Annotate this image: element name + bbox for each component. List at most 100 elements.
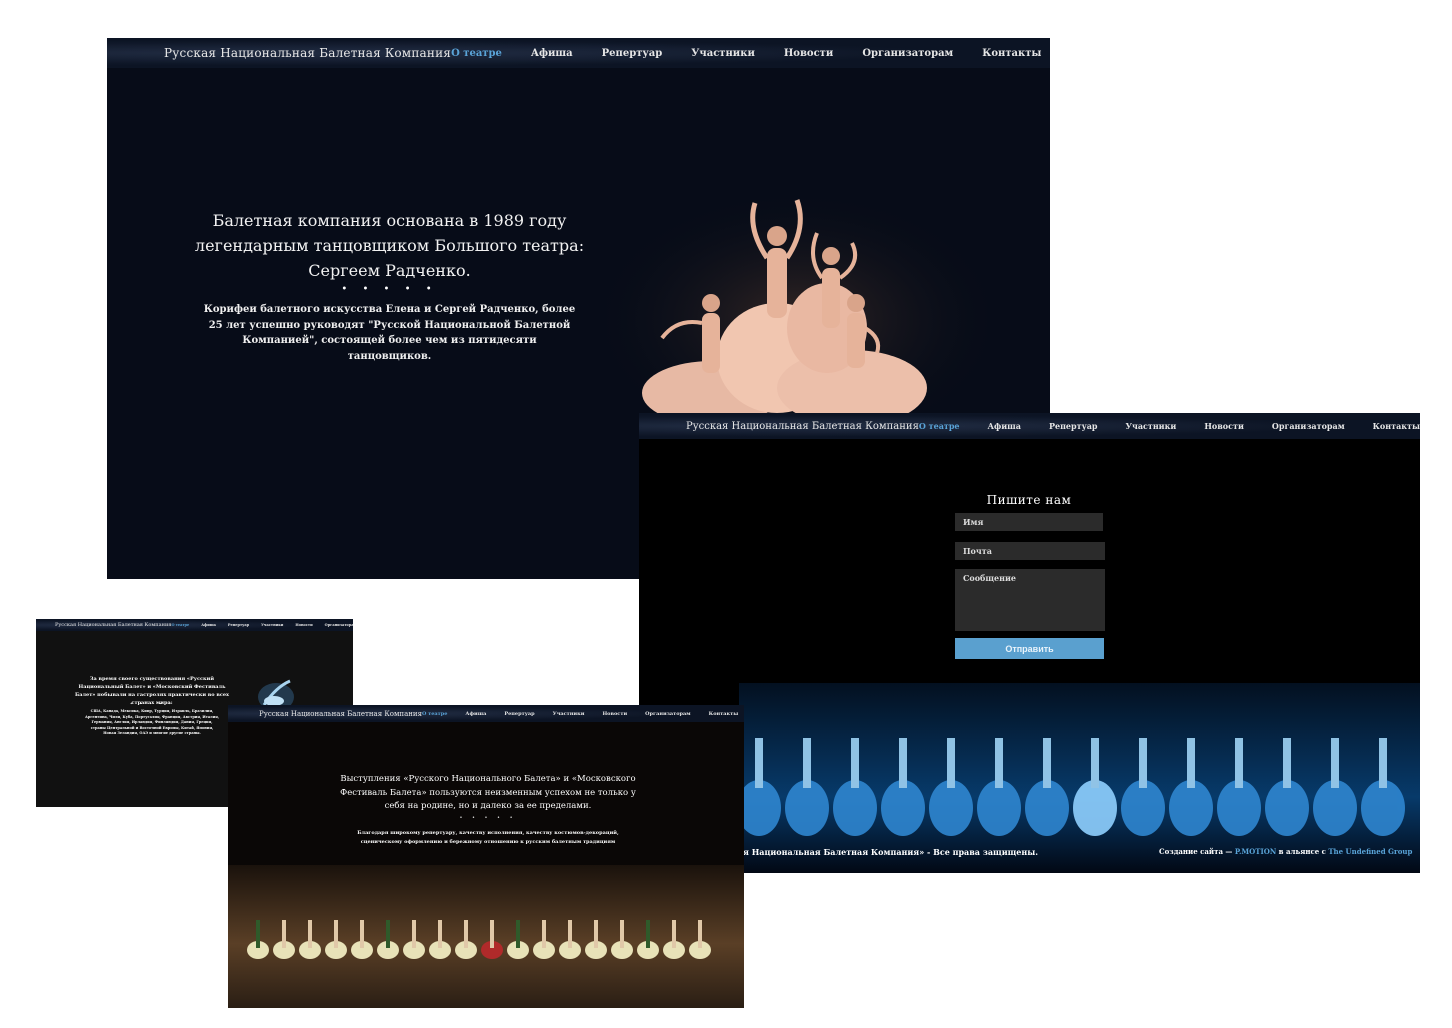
dancer-tutu [977, 780, 1021, 836]
dancer-body [308, 920, 312, 948]
contact-form-title: Пишите нам [986, 493, 1072, 507]
name-field[interactable]: Имя [955, 513, 1103, 531]
nav-item-contacts[interactable]: Контакты [709, 711, 739, 717]
nav-item-about[interactable]: О театре [171, 623, 189, 627]
dancer-tutu [1169, 780, 1213, 836]
dancer-tutu [1265, 780, 1309, 836]
footer-credits: Создание сайта — P.MOTION в альянсе с Th… [1159, 847, 1412, 856]
dancer-tutu [1361, 780, 1405, 836]
send-button[interactable]: Отправить [955, 638, 1104, 659]
nav-item-news[interactable]: Новости [784, 48, 833, 59]
dancer-body [490, 920, 494, 948]
brand-logo-text[interactable]: Русская Национальная Балетная Компания [259, 710, 422, 718]
dancer-body [412, 920, 416, 948]
dancer-body [947, 738, 955, 788]
nav-item-members[interactable]: Участники [691, 48, 755, 59]
nav-menu: О театре Афиша Репертуар Участники Новос… [171, 619, 353, 631]
dancer-body [755, 738, 763, 788]
dancer-tutu [1121, 780, 1165, 836]
credits-middle: в альянсе с [1278, 847, 1326, 856]
dancer-body [1091, 738, 1099, 788]
nav-menu: О театре Афиша Репертуар Участники Новос… [919, 413, 1420, 439]
divider-dots: • • • • • [130, 701, 174, 706]
nav-item-about[interactable]: О театре [451, 48, 502, 59]
dancer-body [1187, 738, 1195, 788]
nav-item-members[interactable]: Участники [261, 623, 283, 627]
email-field[interactable]: Почта [955, 542, 1105, 560]
dancer-tutu [929, 780, 973, 836]
dancer-body [438, 920, 442, 948]
nav-item-repertoire[interactable]: Репертуар [602, 48, 663, 59]
top-navbar: Русская Национальная Балетная Компания О… [107, 38, 1050, 68]
dancer-body [516, 920, 520, 948]
nav-menu: О театре Афиша Репертуар Участники Новос… [451, 38, 1050, 68]
nav-item-about[interactable]: О театре [919, 421, 960, 431]
dancer-body [594, 920, 598, 948]
dancer-body [803, 738, 811, 788]
dancer-body [620, 920, 624, 948]
dancer-body [995, 738, 1003, 788]
dancer-body [646, 920, 650, 948]
nav-item-news[interactable]: Новости [1204, 421, 1244, 431]
screenshot-performances: Русская Национальная Балетная Компания О… [228, 705, 744, 1008]
dancer-body [282, 920, 286, 948]
dancer-body [568, 920, 572, 948]
dancer-body [1331, 738, 1339, 788]
top-navbar: Русская Национальная Балетная Компания О… [228, 705, 744, 722]
nav-item-organizers[interactable]: Организаторам [1272, 421, 1345, 431]
dancer-tutu [1073, 780, 1117, 836]
dancer-body [899, 738, 907, 788]
dancer-tutu [833, 780, 877, 836]
footer-copyright: я Национальная Балетная Компания» - Все … [743, 847, 1039, 857]
dancer-body [464, 920, 468, 948]
nav-item-news[interactable]: Новости [295, 623, 312, 627]
nav-item-repertoire[interactable]: Репертуар [504, 711, 534, 717]
brand-logo-text[interactable]: Русская Национальная Балетная Компания [686, 421, 919, 432]
top-navbar: Русская Национальная Балетная Компания О… [639, 413, 1420, 439]
dancer-body [672, 920, 676, 948]
nav-item-organizers[interactable]: Организаторам [645, 711, 690, 717]
dancer-tutu [1313, 780, 1357, 836]
nav-item-repertoire[interactable]: Репертуар [228, 623, 249, 627]
screenshot-contact: Русская Национальная Балетная Компания О… [639, 413, 1420, 873]
nav-item-organizers[interactable]: Организаторам [862, 48, 953, 59]
stage-performance-photo [228, 865, 744, 1008]
nav-item-afisha[interactable]: Афиша [531, 48, 573, 59]
nav-item-afisha[interactable]: Афиша [465, 711, 486, 717]
dancer-body [1139, 738, 1147, 788]
hero-description: Корифеи балетного искусства Елена и Серг… [203, 304, 576, 362]
top-navbar: Русская Национальная Балетная Компания О… [36, 619, 353, 631]
nav-item-contacts[interactable]: Контакты [1373, 421, 1420, 431]
nav-menu: О театре Афиша Репертуар Участники Новос… [422, 705, 744, 722]
brand-logo-text[interactable]: Русская Национальная Балетная Компания [55, 622, 171, 628]
dancer-body [1379, 738, 1387, 788]
divider-dots: • • • • • [341, 284, 438, 295]
pmotion-link[interactable]: P.MOTION [1235, 847, 1276, 856]
performances-description: Благодаря широкому репертуару, качеству … [357, 830, 619, 845]
dancer-tutu [1025, 780, 1069, 836]
dancer-body [1043, 738, 1051, 788]
nav-item-members[interactable]: Участники [553, 711, 585, 717]
nav-item-contacts[interactable]: Контакты [982, 48, 1041, 59]
ballerinas-photo [607, 188, 987, 428]
message-field[interactable]: Сообщение [955, 569, 1105, 631]
divider-dots: • • • • • [459, 815, 517, 821]
dancer-body [1235, 738, 1243, 788]
dancer-body [386, 920, 390, 948]
nav-item-afisha[interactable]: Афиша [988, 421, 1021, 431]
nav-item-repertoire[interactable]: Репертуар [1049, 421, 1098, 431]
nav-item-about[interactable]: О театре [422, 711, 447, 717]
nav-item-organizers[interactable]: Организаторам [325, 623, 353, 627]
undefined-group-link[interactable]: The Undefined Group [1328, 847, 1412, 856]
brand-logo-text[interactable]: Русская Национальная Балетная Компания [164, 46, 451, 60]
nav-item-afisha[interactable]: Афиша [201, 623, 216, 627]
credits-prefix: Создание сайта — [1159, 847, 1233, 856]
hero-title: Балетная компания основана в 1989 году л… [194, 211, 585, 280]
corps-de-ballet-photo [739, 683, 1420, 873]
nav-item-news[interactable]: Новости [602, 711, 627, 717]
dancer-body [851, 738, 859, 788]
dancer-body [698, 920, 702, 948]
performances-title: Выступления «Русского Национального Бале… [340, 774, 636, 811]
dancer-tutu [1217, 780, 1261, 836]
nav-item-members[interactable]: Участники [1125, 421, 1176, 431]
